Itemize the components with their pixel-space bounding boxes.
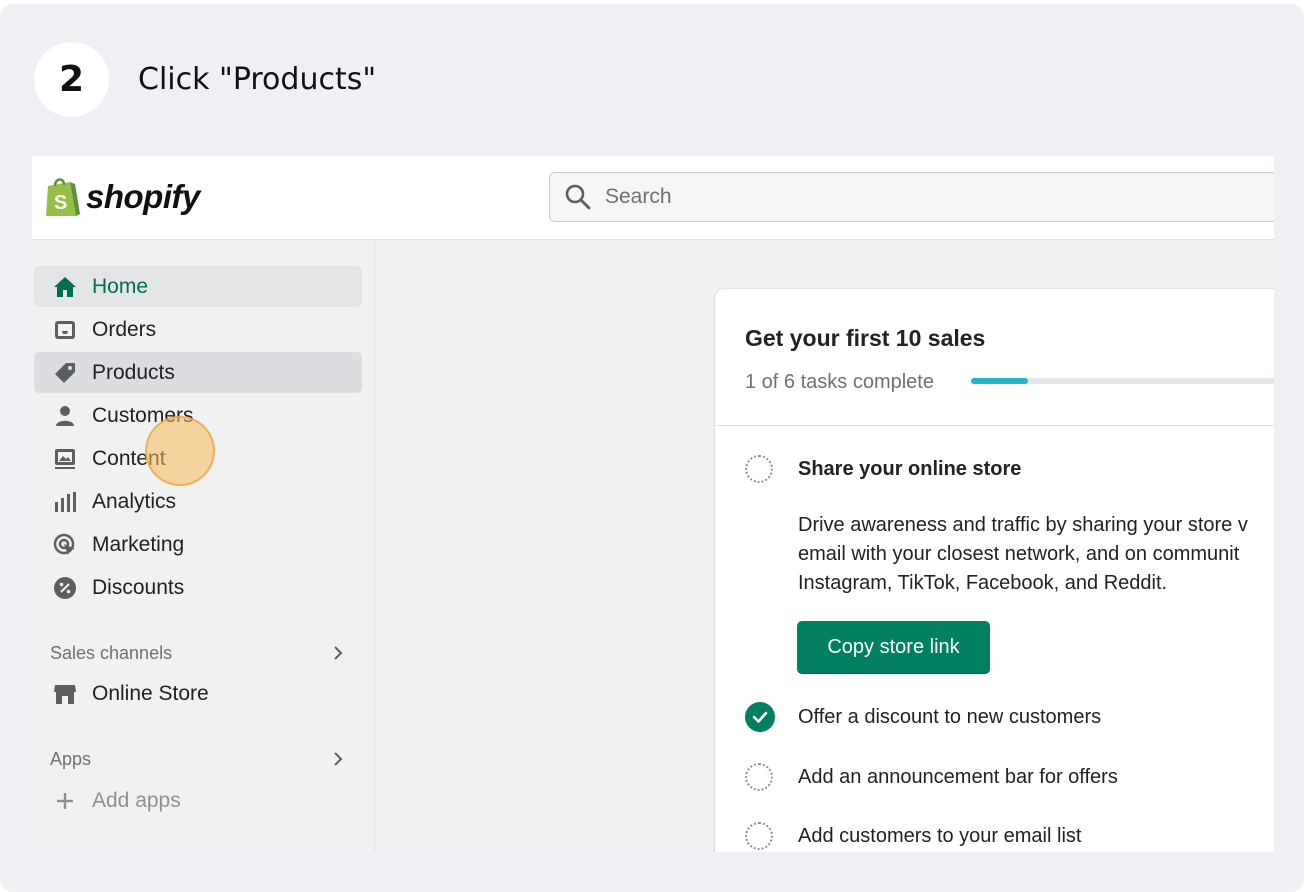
shopify-wordmark: shopify [86,178,200,215]
incomplete-circle-icon [745,455,773,483]
svg-text:S: S [54,192,67,214]
inbox-icon [52,317,78,343]
setup-guide-card: Get your first 10 sales 1 of 6 tasks com… [715,289,1274,852]
task-announcement-bar[interactable]: Add an announcement bar for offers [745,761,1118,793]
sidebar-item-label: Marketing [92,532,185,556]
search-icon [565,184,591,210]
search-placeholder: Search [605,185,672,208]
description-line: Drive awareness and traffic by sharing y… [798,514,1248,536]
chevron-right-icon [334,646,343,660]
sidebar-item-add-apps[interactable]: Add apps [34,780,362,821]
sidebar-item-label: Analytics [92,489,177,513]
description-line: email with your closest network, and on … [798,543,1240,565]
sidebar-item-discounts[interactable]: Discounts [34,567,362,608]
task-offer-discount[interactable]: Offer a discount to new customers [745,701,1101,733]
sidebar-item-marketing[interactable]: Marketing [34,524,362,565]
task-label: Add customers to your email list [798,824,1082,847]
search-input[interactable]: Search [549,172,1274,222]
shopify-bag-icon: S [46,178,80,216]
sidebar-item-analytics[interactable]: Analytics [34,481,362,522]
task-label: Add an announcement bar for offers [798,765,1118,788]
shopify-logo[interactable]: S shopify [44,176,200,218]
store-icon [52,681,78,707]
apps-label: Apps [50,748,92,769]
bar-chart-icon [52,489,78,515]
sidebar-item-label: Products [92,360,175,384]
sidebar-item-label: Home [92,274,149,298]
incomplete-circle-icon [745,763,773,791]
sidebar-item-products[interactable]: Products [34,352,362,393]
incomplete-circle-icon [745,822,773,850]
target-icon [52,532,78,558]
image-icon [52,446,78,472]
person-icon [52,403,78,429]
task-label: Share your online store [798,457,1022,480]
task-description: Drive awareness and traffic by sharing y… [798,511,1274,598]
sales-channels-label: Sales channels [50,642,173,663]
task-email-list[interactable]: Add customers to your email list [745,820,1081,852]
shopify-admin-screenshot: S shopify Search Home Orders Products Cu… [32,156,1274,852]
step-instruction: Click "Products" [138,62,377,97]
sidebar-item-home[interactable]: Home [34,266,362,307]
sales-channels-header[interactable]: Sales channels [50,638,350,668]
description-line: Instagram, TikTok, Facebook, and Reddit. [798,572,1168,594]
discount-icon [52,575,78,601]
home-icon [52,274,78,300]
sidebar-item-label: Add apps [92,788,181,812]
top-bar: S shopify Search [32,156,1274,240]
sidebar-item-label: Orders [92,317,157,341]
sidebar-item-label: Online Store [92,681,209,705]
click-indicator [145,416,215,486]
sidebar-item-label: Discounts [92,575,185,599]
progress-text: 1 of 6 tasks complete [745,371,934,393]
progress-bar-fill [971,378,1028,384]
tag-icon [52,360,78,386]
task-label: Offer a discount to new customers [798,705,1102,728]
tutorial-frame: 2 Click "Products" S shopify Search Home… [0,4,1304,892]
sidebar-item-online-store[interactable]: Online Store [34,673,362,714]
step-number-badge: 2 [34,42,109,117]
plus-icon [52,788,78,814]
sidebar: Home Orders Products Customers Content A… [32,240,375,852]
progress-bar [971,378,1274,384]
card-divider [715,425,1274,426]
chevron-right-icon [334,752,343,766]
task-share-store[interactable]: Share your online store [745,453,1021,485]
sidebar-item-orders[interactable]: Orders [34,309,362,350]
apps-header[interactable]: Apps [50,744,350,774]
card-title: Get your first 10 sales [745,325,986,351]
copy-store-link-button[interactable]: Copy store link [797,621,990,674]
checkmark-icon [745,702,775,732]
